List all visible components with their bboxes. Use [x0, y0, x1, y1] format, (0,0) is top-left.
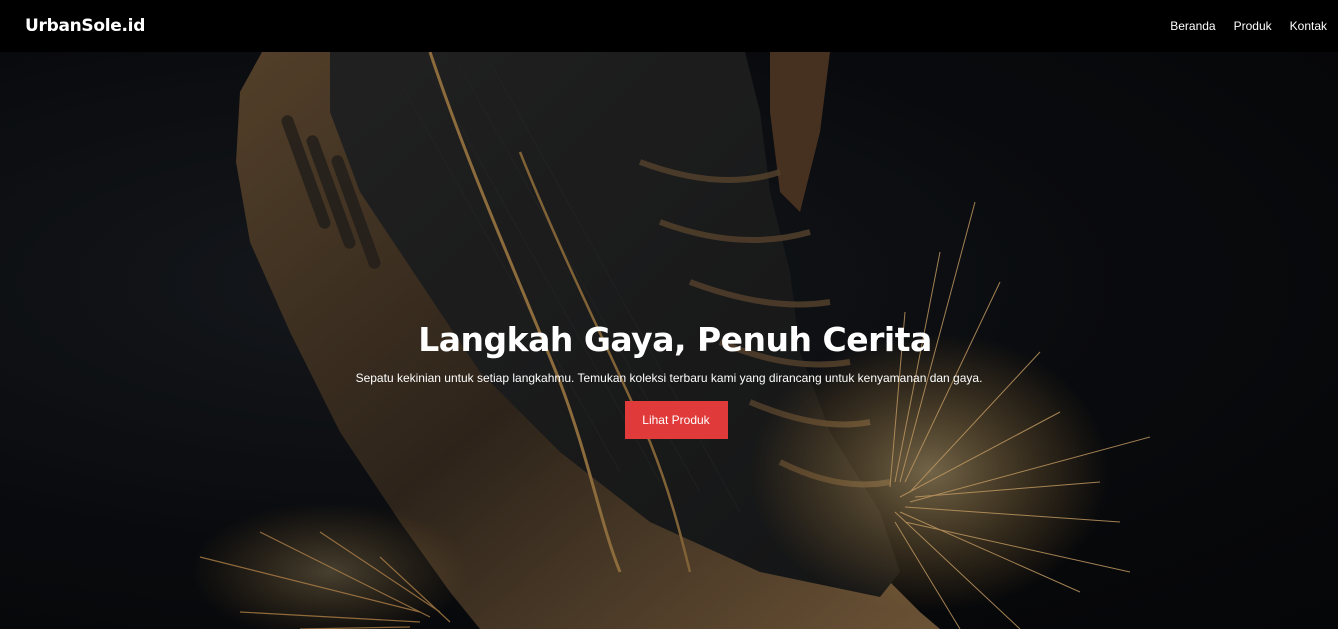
nav-link-produk[interactable]: Produk [1234, 19, 1272, 33]
hero-subtitle: Sepatu kekinian untuk setiap langkahmu. … [355, 371, 983, 385]
hero-section: Langkah Gaya, Penuh Cerita Sepatu kekini… [0, 52, 1338, 629]
hero-content: Langkah Gaya, Penuh Cerita Sepatu kekini… [0, 319, 1338, 439]
hero-title: Langkah Gaya, Penuh Cerita [418, 320, 932, 359]
nav-links: Beranda Produk Kontak [1170, 19, 1327, 33]
nav-link-beranda[interactable]: Beranda [1170, 19, 1215, 33]
brand-logo[interactable]: UrbanSole.id [25, 16, 145, 36]
nav-link-kontak[interactable]: Kontak [1290, 19, 1327, 33]
view-products-button[interactable]: Lihat Produk [624, 401, 728, 439]
top-navbar: UrbanSole.id Beranda Produk Kontak [0, 0, 1338, 52]
